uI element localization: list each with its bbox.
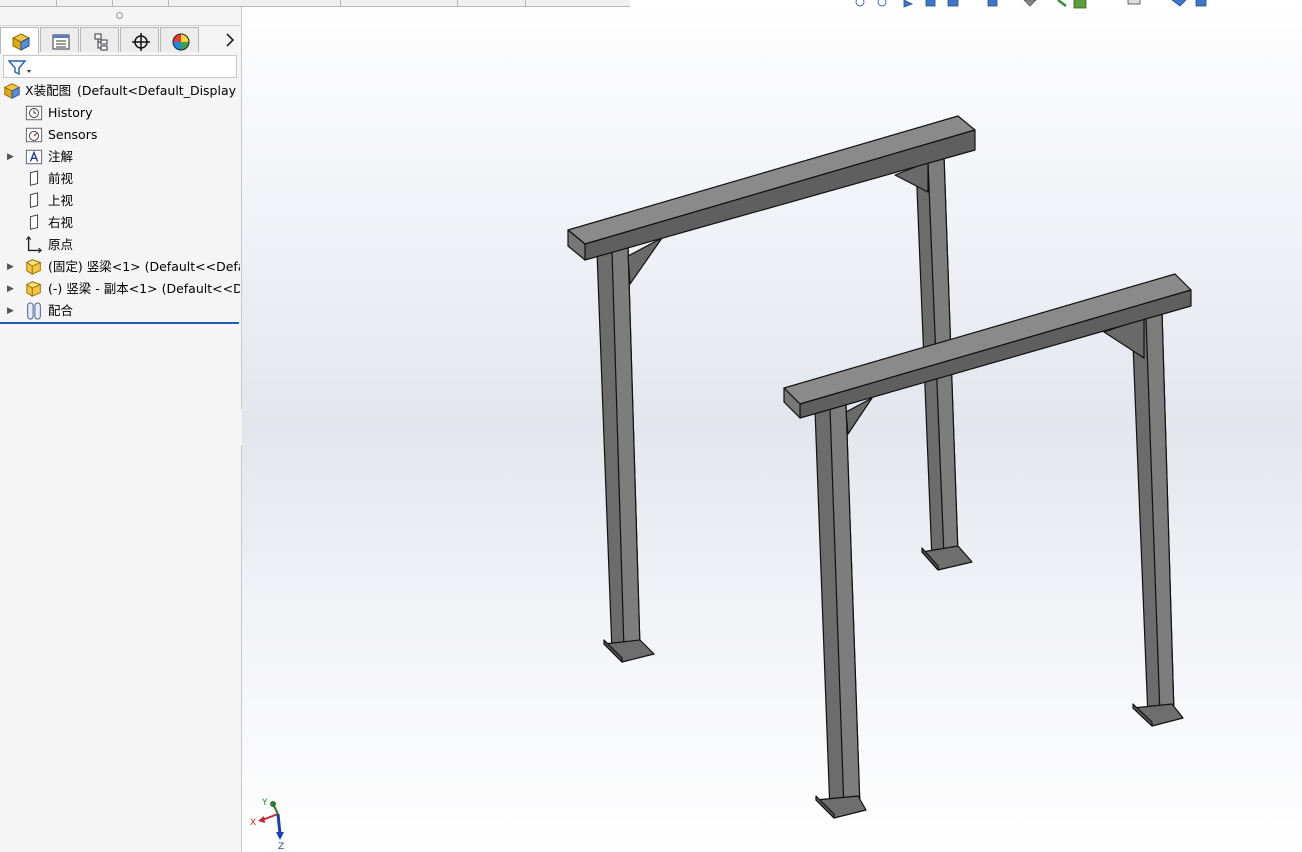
property-list-icon (52, 34, 70, 50)
assembly-cube-icon (11, 33, 31, 51)
tree-item-label: 右视 (48, 215, 74, 230)
tree-item-front-plane[interactable]: 前视 (0, 168, 240, 190)
assembly-model-3d[interactable] (242, 0, 1302, 852)
vertical-beam-frame-2[interactable] (783, 273, 1192, 819)
displaymanager-tab[interactable] (160, 27, 199, 52)
tree-item-label: (-) 竖梁 - 副本<1> (Default<<Def (48, 281, 240, 296)
plane-icon (29, 170, 39, 186)
expand-arrow-icon[interactable]: ▶ (7, 278, 15, 300)
tree-item-label: (固定) 竖梁<1> (Default<<Default (48, 259, 240, 274)
tree-item-label: 前视 (48, 171, 74, 186)
propertymanager-tab[interactable] (40, 27, 79, 52)
tree-item-label: Sensors (48, 127, 98, 142)
tree-item-origin[interactable]: 原点 (0, 234, 240, 256)
tree-item-annotations[interactable]: ▶ 注解 (0, 146, 240, 168)
plane-icon (29, 192, 39, 208)
triad-y-label: Y (261, 798, 268, 808)
expand-arrow-icon[interactable]: ▶ (7, 300, 15, 322)
configurationmanager-tab[interactable] (80, 27, 119, 52)
tree-item-label: 配合 (48, 303, 74, 318)
root-name: X装配图 (25, 83, 72, 98)
panel-grip[interactable] (0, 7, 240, 26)
triad-z-label: Z (278, 842, 284, 850)
tree-item-label: 原点 (48, 237, 74, 252)
mates-icon (27, 302, 41, 320)
reference-triad: X Y Z (250, 798, 284, 850)
tree-item-mates[interactable]: ▶ 配合 (0, 300, 240, 322)
tree-item-component-2[interactable]: ▶ (-) 竖梁 - 副本<1> (Default<<Def (0, 278, 240, 300)
dimxpert-tab[interactable] (120, 27, 159, 52)
graphics-viewport[interactable]: X Y Z (242, 0, 1302, 852)
history-icon (25, 105, 43, 121)
tree-item-top-plane[interactable]: 上视 (0, 190, 240, 212)
triad-x-label: X (250, 818, 256, 828)
root-config: (Default<Default_Display Sta (77, 83, 240, 98)
tree-item-label: 上视 (48, 193, 74, 208)
feature-manager-panel: X装配图 (Default<Default_Display Sta Histor… (0, 0, 242, 852)
vertical-beam-frame-1[interactable] (567, 115, 976, 663)
origin-icon (25, 236, 43, 254)
crosshair-icon (132, 33, 150, 51)
featuremanager-tab[interactable] (0, 27, 39, 54)
chevron-right-icon[interactable] (223, 31, 237, 49)
tree-item-label: 注解 (48, 149, 74, 164)
expand-arrow-icon[interactable]: ▶ (7, 146, 15, 168)
sensors-icon (25, 127, 43, 143)
tree-item-sensors[interactable]: Sensors (0, 124, 240, 146)
configuration-tree-icon (94, 33, 108, 51)
annotations-icon (25, 149, 43, 165)
assembly-icon (3, 83, 21, 99)
part-icon (25, 281, 42, 297)
tree-item-right-plane[interactable]: 右视 (0, 212, 240, 234)
tree-root[interactable]: X装配图 (Default<Default_Display Sta (0, 80, 240, 102)
tree-item-component-1[interactable]: ▶ (固定) 竖梁<1> (Default<<Default (0, 256, 240, 278)
document-tab-strip (0, 0, 630, 7)
plane-icon (29, 214, 39, 230)
expand-arrow-icon[interactable]: ▶ (7, 256, 15, 278)
tree-filter[interactable] (3, 55, 237, 78)
tree-rollback-bar[interactable] (0, 322, 239, 324)
color-wheel-icon (172, 33, 190, 51)
tree-item-history[interactable]: History (0, 102, 240, 124)
part-icon (25, 259, 42, 275)
manager-tab-bar (0, 26, 240, 54)
tree-item-label: History (48, 105, 93, 120)
filter-icon (7, 60, 31, 76)
